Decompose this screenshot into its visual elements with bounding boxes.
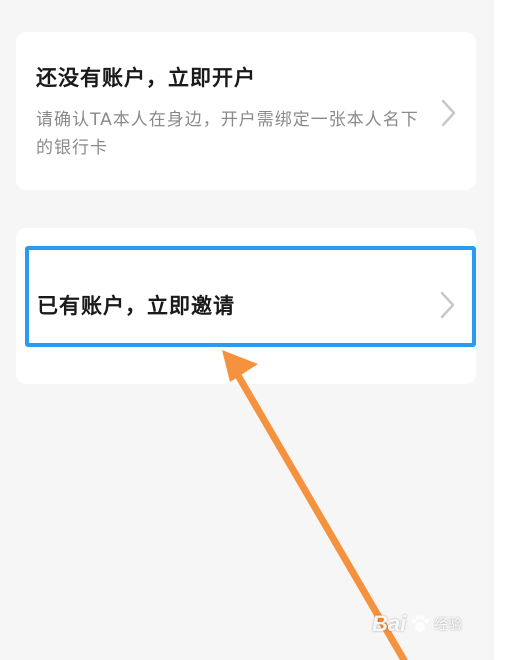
open-account-title: 还没有账户，立即开户 [36,65,256,90]
app-screen: 还没有账户，立即开户 请确认TA本人在身边，开户需绑定一张本人名下的银行卡 已有… [0,0,494,660]
invite-account-title: 已有账户，立即邀请 [37,293,235,318]
invite-account-button[interactable]: 已有账户，立即邀请 [25,246,476,347]
watermark-brand: Bai [372,611,407,636]
chevron-right-icon [441,99,456,127]
open-account-card[interactable]: 还没有账户，立即开户 请确认TA本人在身边，开户需绑定一张本人名下的银行卡 [16,32,476,190]
watermark-suffix: 经验 [434,616,463,632]
page-margin [494,0,506,660]
baidu-jingyan-watermark: Bai 经验 [372,607,462,641]
paw-icon [412,615,429,632]
chevron-right-icon [440,291,455,319]
open-account-description: 请确认TA本人在身边，开户需绑定一张本人名下的银行卡 [36,110,419,158]
